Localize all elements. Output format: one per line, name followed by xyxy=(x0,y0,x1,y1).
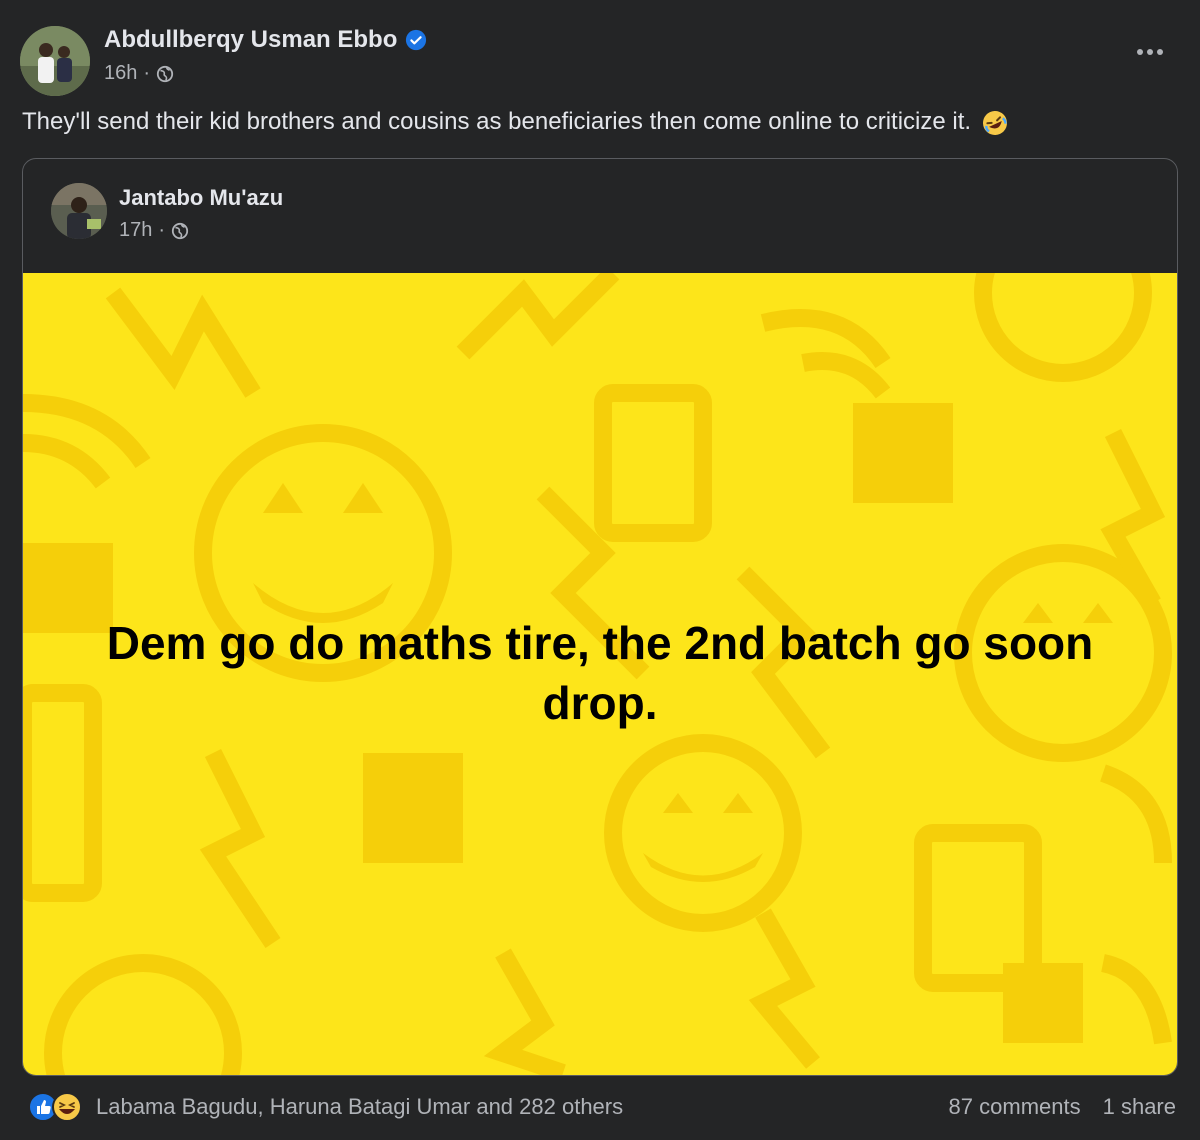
post-text: They'll send their kid brothers and cous… xyxy=(22,108,1008,136)
author-name[interactable]: Abdullberqy Usman Ebbo xyxy=(104,26,427,54)
haha-reaction-icon xyxy=(52,1092,82,1122)
comments-count[interactable]: 87 comments xyxy=(949,1094,1081,1120)
feed-post: Abdullberqy Usman Ebbo 16h · They'll sen… xyxy=(0,0,1200,1140)
more-options-button[interactable] xyxy=(1130,40,1170,64)
rolling-laughing-emoji xyxy=(982,110,1007,135)
shares-count[interactable]: 1 share xyxy=(1103,1094,1176,1120)
shared-author-name[interactable]: Jantabo Mu'azu xyxy=(119,185,283,211)
meta-separator: · xyxy=(158,219,166,241)
post-meta: 16h · xyxy=(104,62,174,85)
more-dot xyxy=(1157,49,1163,55)
meta-separator: · xyxy=(143,62,151,84)
post-footer: Labama Bagudu, Haruna Batagi Umar and 28… xyxy=(0,1084,1200,1128)
text-post-background[interactable]: Dem go do maths tire, the 2nd batch go s… xyxy=(23,273,1177,1075)
verified-badge-icon xyxy=(406,29,427,51)
post-timestamp[interactable]: 16h xyxy=(104,62,137,85)
reaction-icons[interactable] xyxy=(28,1092,82,1122)
shared-post-card[interactable]: Jantabo Mu'azu 17h · Dem go do maths tir… xyxy=(22,158,1178,1076)
globe-icon xyxy=(171,222,189,239)
shared-author-avatar[interactable] xyxy=(51,183,107,239)
more-dot xyxy=(1147,49,1153,55)
post-text-content: They'll send their kid brothers and cous… xyxy=(22,108,972,135)
shared-post-quote: Dem go do maths tire, the 2nd batch go s… xyxy=(106,617,1094,729)
shared-post-meta: 17h · xyxy=(119,219,189,242)
engagement-counts: 87 comments 1 share xyxy=(949,1094,1176,1120)
author-avatar[interactable] xyxy=(20,26,90,96)
author-name-text[interactable]: Abdullberqy Usman Ebbo xyxy=(104,26,397,54)
reaction-names[interactable]: Labama Bagudu, Haruna Batagi Umar and 28… xyxy=(96,1094,623,1120)
globe-icon xyxy=(156,65,174,82)
more-dot xyxy=(1137,49,1143,55)
shared-post-timestamp[interactable]: 17h xyxy=(119,219,152,242)
